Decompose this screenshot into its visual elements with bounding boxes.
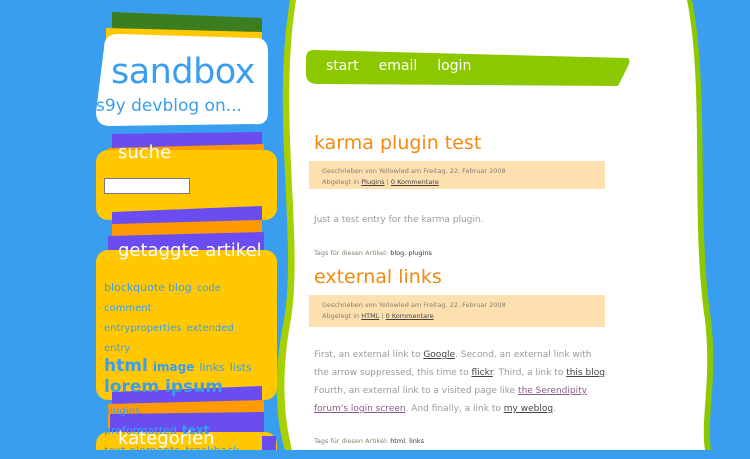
entry-body: Just a test entry for the karma plugin.: [314, 215, 484, 225]
site-description: s9y devblog on...: [96, 96, 242, 116]
entry-author-date: Geschrieben von Yellowled am Freitag, 22…: [322, 301, 506, 309]
nav-email-link[interactable]: email: [379, 58, 418, 78]
tag-link[interactable]: code: [197, 283, 221, 294]
filed-label: Abgelegt in: [322, 178, 360, 186]
comments-link[interactable]: 0 Kommentare: [386, 312, 434, 320]
tags-heading: getaggte artikel: [118, 240, 262, 261]
entry-tags-line: Tags für diesen Artikel: blog, plugins: [314, 249, 432, 257]
entry-filed-line: Abgelegt in Plugins | 0 Kommentare: [322, 178, 439, 186]
categories-heading: kategorien: [118, 428, 215, 449]
tag-link[interactable]: lorem ipsum: [104, 377, 223, 397]
category-link[interactable]: Plugins: [361, 178, 384, 186]
main-navigation: start email login: [326, 58, 471, 78]
flickr-link[interactable]: flickr: [472, 368, 493, 378]
google-link[interactable]: Google: [423, 350, 455, 360]
body-text-segment: . And finally, a link to: [405, 404, 501, 414]
tag-link[interactable]: html: [104, 356, 148, 376]
tag-link[interactable]: comment: [104, 303, 152, 314]
filed-label: Abgelegt in: [322, 312, 360, 320]
site-title[interactable]: sandbox: [111, 52, 255, 92]
comments-link[interactable]: 0 Kommentare: [391, 178, 439, 186]
tag-link[interactable]: links: [199, 361, 224, 374]
search-input[interactable]: [104, 178, 190, 194]
tags-label: Tags für diesen Artikel:: [314, 249, 389, 257]
body-text-segment: First, an external link to: [314, 350, 421, 360]
tag-link[interactable]: blog: [168, 281, 192, 294]
search-heading: suche: [118, 142, 172, 163]
body-text-segment: . Third, a link to: [492, 368, 564, 378]
entry-tag-link[interactable]: html: [390, 437, 405, 445]
tag-link[interactable]: image: [153, 360, 194, 374]
entry-meta-box: Geschrieben von Yellowled am Freitag, 22…: [309, 161, 605, 189]
tag-link[interactable]: entryproperties: [104, 323, 181, 334]
category-link[interactable]: HTML: [361, 312, 379, 320]
entry-meta-box: Geschrieben von Yellowled am Freitag, 22…: [309, 295, 605, 327]
entry-tag-link[interactable]: links: [409, 437, 424, 445]
this-blog-link[interactable]: this blog: [566, 368, 605, 378]
entry-tags-line: Tags für diesen Artikel: html, links: [314, 437, 425, 445]
entry-title[interactable]: external links: [314, 266, 442, 288]
tag-link[interactable]: blockquote: [104, 281, 165, 294]
nav-start-link[interactable]: start: [326, 58, 359, 78]
tag-link[interactable]: plugins: [104, 406, 140, 417]
entry-body: First, an external link to Google. Secon…: [314, 346, 609, 418]
tags-label: Tags für diesen Artikel:: [314, 437, 389, 445]
my-weblog-link[interactable]: my weblog: [504, 404, 553, 414]
entry-author-date: Geschrieben von Yellowled am Freitag, 22…: [322, 167, 506, 175]
entry-filed-line: Abgelegt in HTML | 0 Kommentare: [322, 312, 434, 320]
body-text-segment: .: [553, 404, 556, 414]
entry-title[interactable]: karma plugin test: [314, 132, 481, 154]
tag-link[interactable]: lists: [230, 361, 252, 374]
entry-tag-link[interactable]: blog: [390, 249, 404, 257]
nav-login-link[interactable]: login: [437, 58, 471, 78]
entry-tag-link[interactable]: plugins: [408, 249, 432, 257]
